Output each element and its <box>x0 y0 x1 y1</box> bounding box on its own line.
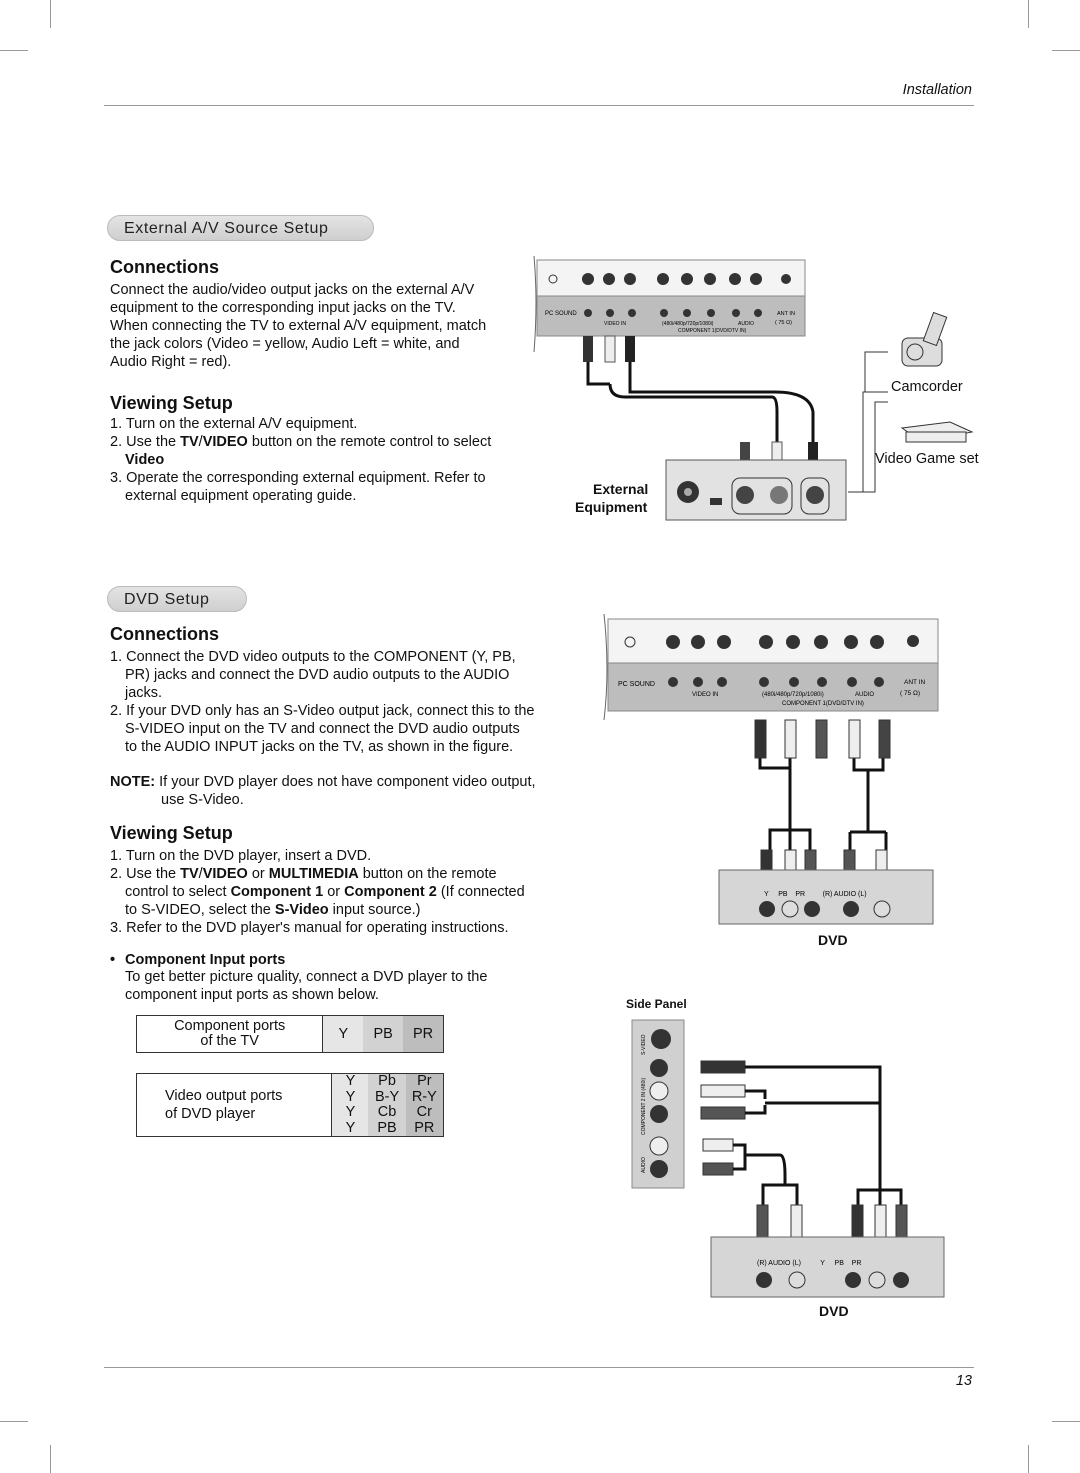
dvd-component-diagram: PC SOUND VIDEO IN (480i/480p/720p/1080i)… <box>603 613 939 925</box>
component-bullet: • <box>110 952 116 968</box>
step: 1. Turn on the DVD player, insert a DVD. <box>110 848 372 864</box>
svg-text:ANT IN: ANT IN <box>777 311 795 317</box>
crop-mark <box>0 1421 28 1422</box>
svg-text:ANT IN: ANT IN <box>904 679 925 686</box>
viewing-steps: 1. Turn on the external A/V equipment. 2… <box>110 415 495 505</box>
step: 1. Turn on the external A/V equipment. <box>110 416 358 432</box>
svg-text:PC SOUND: PC SOUND <box>618 681 655 688</box>
video-game-label: Video Game set <box>875 451 979 467</box>
table-label: Component ports of the TV <box>136 1015 324 1053</box>
step: 2. Use the TV/VIDEO button on the remote… <box>110 434 492 468</box>
connections-heading: Connections <box>110 257 220 277</box>
footer-rule <box>104 1367 974 1368</box>
svg-text:VIDEO IN: VIDEO IN <box>604 321 626 327</box>
table-label: Video output ports of DVD player <box>136 1073 333 1137</box>
dvd-connections-heading: Connections <box>110 624 220 644</box>
step: 2. If your DVD only has an S-Video outpu… <box>110 703 535 755</box>
page-number: 13 <box>955 1373 972 1389</box>
svg-text:(480i/480p/720p/1080i): (480i/480p/720p/1080i) <box>762 692 824 698</box>
camcorder-label: Camcorder <box>891 379 963 395</box>
svg-text:COMPONENT 1(DVD/DTV IN): COMPONENT 1(DVD/DTV IN) <box>678 328 747 334</box>
svg-text:S-VIDEO: S-VIDEO <box>641 1034 647 1055</box>
equipment-label: Equipment <box>575 499 648 515</box>
dvd-output-table: Video output ports of DVD player Y Pb Pr YB… <box>136 1073 444 1137</box>
svg-text:VIDEO IN: VIDEO IN <box>692 692 718 698</box>
svg-text:Y PB PR (R) AUD: Y PB PR (R) AUDIO (L) <box>764 891 867 898</box>
table-cell: PB <box>363 1015 404 1053</box>
svg-text:AUDIO: AUDIO <box>855 692 874 698</box>
section-title-external-av: External A/V Source Setup <box>107 215 374 241</box>
tv-component-table: Component ports of the TV Y PB PR <box>136 1015 444 1053</box>
dvd-label: DVD <box>818 932 848 948</box>
svg-text:COMPONENT 1(DVD/DTV IN): COMPONENT 1(DVD/DTV IN) <box>782 701 864 707</box>
crop-mark <box>1028 1445 1029 1473</box>
crop-mark <box>50 1445 51 1473</box>
running-header: Installation <box>902 82 972 98</box>
step: 3. Refer to the DVD player's manual for … <box>110 920 509 936</box>
svg-text:PC SOUND: PC SOUND <box>545 311 577 317</box>
svg-text:(R) AUDIO (L) Y P: (R) AUDIO (L) Y PB PR <box>757 1260 861 1267</box>
svg-text:(480i/480p/720p/1080i): (480i/480p/720p/1080i) <box>662 321 714 327</box>
step: 3. Operate the corresponding external eq… <box>110 470 486 504</box>
dvd-note: NOTE: If your DVD player does not have c… <box>110 774 536 808</box>
header-rule <box>104 105 974 106</box>
svg-text:AUDIO: AUDIO <box>738 321 754 327</box>
dvd-viewing-steps: 1. Turn on the DVD player, insert a DVD.… <box>110 847 535 937</box>
section-title-dvd: DVD Setup <box>107 586 247 612</box>
crop-mark <box>50 0 51 28</box>
crop-mark <box>1052 50 1080 51</box>
dvd-label-2: DVD <box>819 1303 849 1319</box>
connections-text: Connect the audio/video output jacks on … <box>110 282 487 370</box>
dvd-viewing-heading: Viewing Setup <box>110 823 233 843</box>
viewing-setup-heading: Viewing Setup <box>110 393 233 413</box>
component-ports-text: To get better picture quality, connect a… <box>125 969 488 1003</box>
svg-text:AUDIO: AUDIO <box>641 1157 647 1173</box>
step: 2. Use the TV/VIDEO or MULTIMEDIA button… <box>110 866 525 918</box>
svg-text:( 75 Ω): ( 75 Ω) <box>775 320 792 326</box>
crop-mark <box>1028 0 1029 28</box>
dvd-connection-steps: 1. Connect the DVD video outputs to the … <box>110 648 535 756</box>
component-ports-heading: Component Input ports <box>125 952 286 968</box>
side-panel-label: Side Panel <box>626 997 687 1011</box>
svg-text:COMPONENT 2 IN (480i): COMPONENT 2 IN (480i) <box>641 1078 647 1135</box>
crop-mark <box>1052 1421 1080 1422</box>
crop-mark <box>0 50 28 51</box>
side-panel-diagram: S-VIDEO COMPONENT 2 IN (480i) AUDIO (R) … <box>631 1019 945 1298</box>
external-label: External <box>593 481 649 497</box>
step: 1. Connect the DVD video outputs to the … <box>110 649 516 701</box>
table-cell: Y <box>322 1015 364 1053</box>
table-cell: PR <box>403 1015 444 1053</box>
svg-text:( 75 Ω): ( 75 Ω) <box>900 690 920 697</box>
